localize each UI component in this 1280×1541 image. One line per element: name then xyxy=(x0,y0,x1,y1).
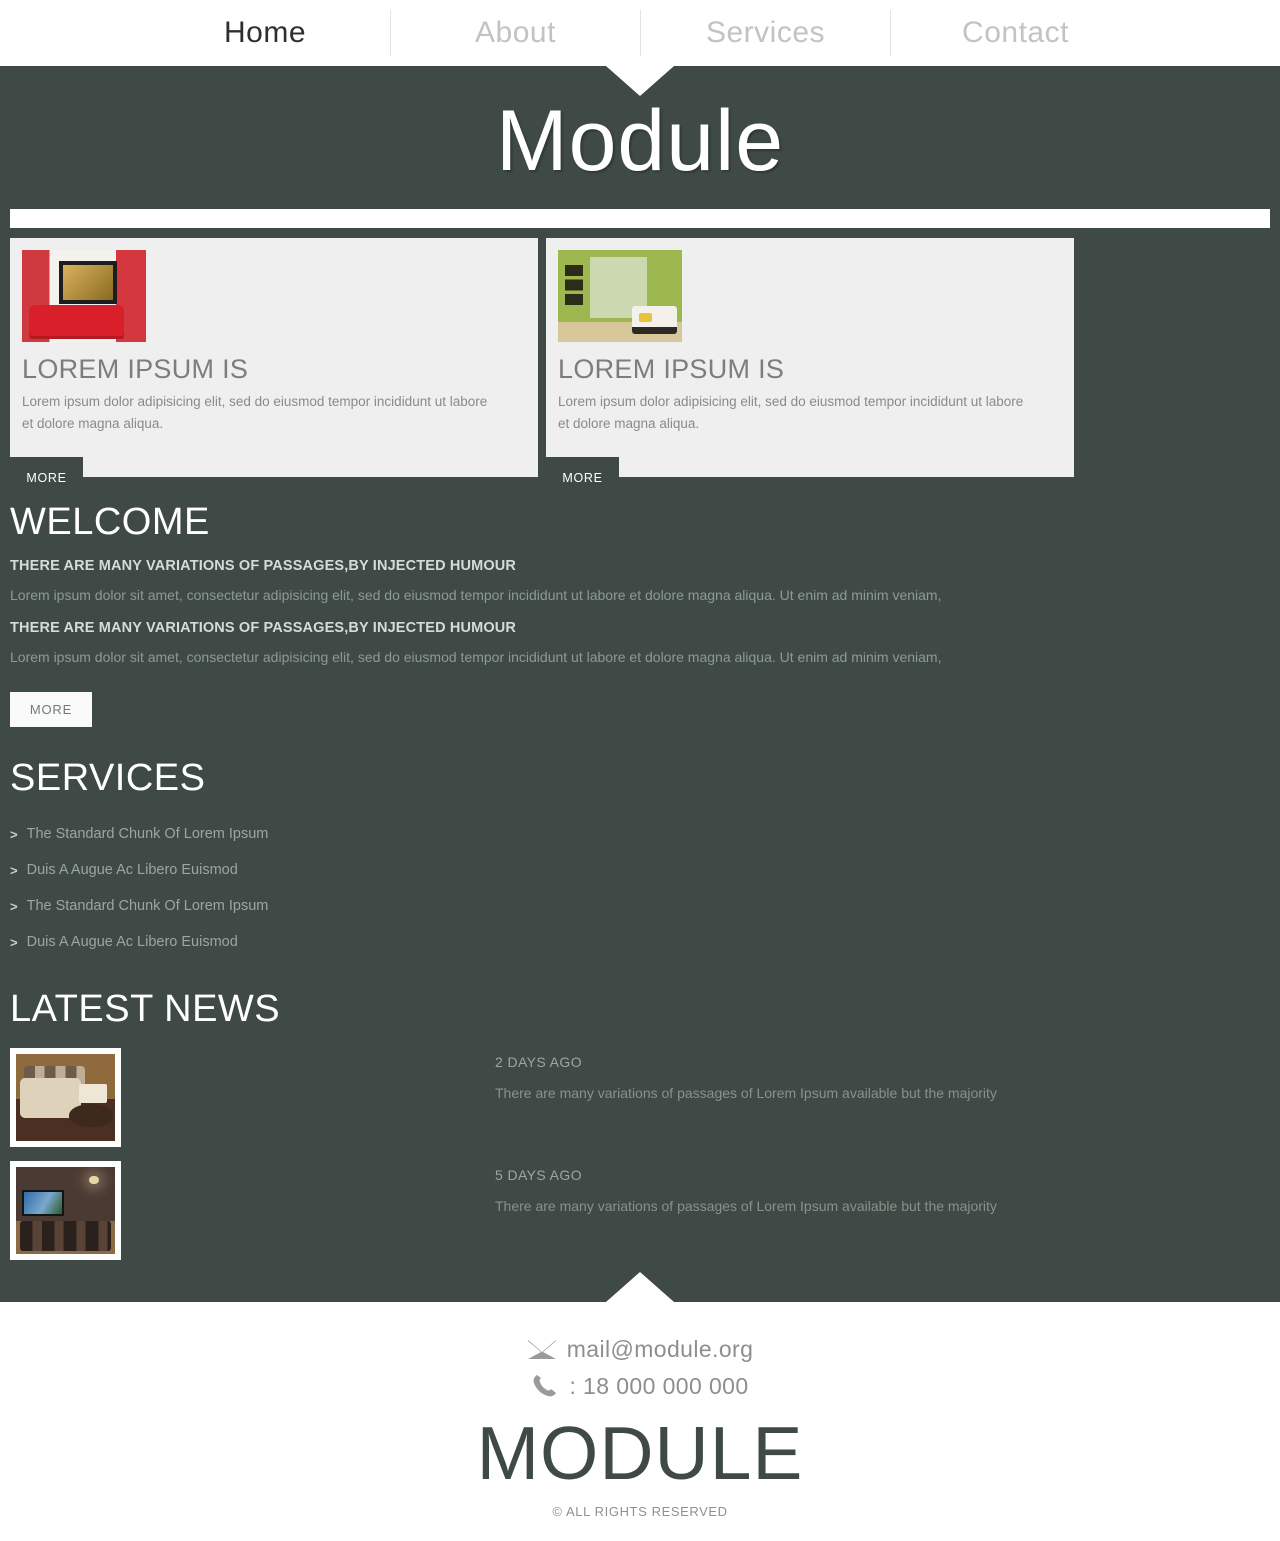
phone-icon xyxy=(531,1373,559,1399)
chevron-right-icon: > xyxy=(10,862,18,878)
promo-card-more-label: MORE xyxy=(26,470,67,485)
news-list: 2 DAYS AGO There are many variations of … xyxy=(10,1047,1270,1274)
nav-list: Home About Services Contact xyxy=(140,10,1140,56)
footer-email-row[interactable]: mail@module.org xyxy=(0,1336,1280,1363)
chevron-right-icon: > xyxy=(10,898,18,914)
nav-item-home[interactable]: Home xyxy=(140,10,390,56)
nav-item-services[interactable]: Services xyxy=(640,10,890,56)
green-living-room-thumbnail xyxy=(558,250,682,342)
nav-label-home: Home xyxy=(223,16,307,49)
welcome-more-button[interactable]: MORE xyxy=(10,691,92,727)
chevron-right-icon: > xyxy=(10,934,18,950)
welcome-subheading: THERE ARE MANY VARIATIONS OF PASSAGES,BY… xyxy=(10,558,517,575)
footer-email-text: mail@module.org xyxy=(566,1335,754,1362)
home-theater-thumbnail xyxy=(16,1166,115,1254)
promo-cards: LOREM IPSUM IS Lorem ipsum dolor adipisi… xyxy=(0,238,1280,499)
welcome-title: WELCOME xyxy=(10,500,210,543)
news-date: 2 DAYS AGO xyxy=(495,1053,582,1070)
news-date: 5 DAYS AGO xyxy=(495,1166,582,1183)
service-item-label: The Standard Chunk Of Lorem Ipsum xyxy=(26,826,269,843)
promo-card-text: Lorem ipsum dolor adipisicing elit, sed … xyxy=(22,394,488,431)
welcome-paragraph: Lorem ipsum dolor sit amet, consectetur … xyxy=(10,587,942,604)
services-section: SERVICES > The Standard Chunk Of Lorem I… xyxy=(0,757,1280,961)
nav-label-services: Services xyxy=(705,16,826,49)
site-title: Module xyxy=(495,93,785,189)
services-title: SERVICES xyxy=(10,756,206,799)
footer-notch-triangle-icon xyxy=(606,1271,674,1302)
white-strip-wrapper xyxy=(0,202,1280,238)
service-item-label: Duis A Augue Ac Libero Euismod xyxy=(26,934,238,951)
page-root: Home About Services Contact Module LOREM… xyxy=(0,0,1280,1541)
services-list: > The Standard Chunk Of Lorem Ipsum > Du… xyxy=(10,816,1270,960)
latest-news-section: LATEST NEWS 2 DAYS AGO There are many va… xyxy=(0,988,1280,1302)
welcome-section: WELCOME THERE ARE MANY VARIATIONS OF PAS… xyxy=(0,501,1280,727)
promo-card-more-label: MORE xyxy=(562,470,603,485)
promo-card-title: LOREM IPSUM IS xyxy=(22,354,249,384)
decorative-white-bar xyxy=(10,209,1270,228)
main-content: LOREM IPSUM IS Lorem ipsum dolor adipisi… xyxy=(0,238,1280,1302)
service-list-item[interactable]: > Duis A Augue Ac Libero Euismod xyxy=(10,852,1270,888)
service-list-item[interactable]: > Duis A Augue Ac Libero Euismod xyxy=(10,924,1270,960)
service-list-item[interactable]: > The Standard Chunk Of Lorem Ipsum xyxy=(10,816,1270,852)
news-text: There are many variations of passages of… xyxy=(495,1197,997,1214)
site-header-banner: Module xyxy=(0,66,1280,202)
footer-brand: MODULE xyxy=(476,1410,804,1495)
welcome-more-label: MORE xyxy=(29,701,73,717)
service-list-item[interactable]: > The Standard Chunk Of Lorem Ipsum xyxy=(10,888,1270,924)
site-footer: mail@module.org : 18 000 000 000 MODULE … xyxy=(0,1271,1280,1541)
footer-phone-row[interactable]: : 18 000 000 000 xyxy=(0,1373,1280,1400)
news-body: 2 DAYS AGO There are many variations of … xyxy=(495,1048,997,1104)
red-living-room-thumbnail xyxy=(22,250,146,342)
news-text: There are many variations of passages of… xyxy=(495,1084,997,1101)
nav-item-contact[interactable]: Contact xyxy=(890,10,1140,56)
news-item: 5 DAYS AGO There are many variations of … xyxy=(10,1160,1270,1274)
promo-card-title: LOREM IPSUM IS xyxy=(558,354,785,384)
latest-news-title: LATEST NEWS xyxy=(10,988,281,1031)
promo-card: LOREM IPSUM IS Lorem ipsum dolor adipisi… xyxy=(546,238,1074,499)
living-room-sofa-thumbnail xyxy=(16,1053,115,1141)
promo-card-more-button[interactable]: MORE xyxy=(10,456,83,499)
header-notch-triangle-icon xyxy=(606,66,674,96)
envelope-icon xyxy=(527,1339,557,1360)
news-item: 2 DAYS AGO There are many variations of … xyxy=(10,1047,1270,1161)
promo-card-text: Lorem ipsum dolor adipisicing elit, sed … xyxy=(558,394,1024,431)
nav-label-contact: Contact xyxy=(962,16,1069,49)
nav-item-about[interactable]: About xyxy=(390,10,640,56)
news-thumbnail-frame[interactable] xyxy=(10,1047,121,1147)
service-item-label: The Standard Chunk Of Lorem Ipsum xyxy=(26,898,269,915)
nav-label-about: About xyxy=(475,16,556,49)
welcome-paragraph: Lorem ipsum dolor sit amet, consectetur … xyxy=(10,649,942,665)
footer-phone-text: : 18 000 000 000 xyxy=(569,1372,749,1399)
copyright-text: © ALL RIGHTS RESERVED xyxy=(552,1504,728,1520)
main-navigation: Home About Services Contact xyxy=(0,0,1280,66)
news-body: 5 DAYS AGO There are many variations of … xyxy=(495,1161,997,1217)
news-thumbnail-frame[interactable] xyxy=(10,1160,121,1260)
promo-card-more-button[interactable]: MORE xyxy=(546,456,619,499)
chevron-right-icon: > xyxy=(10,826,18,842)
promo-card: LOREM IPSUM IS Lorem ipsum dolor adipisi… xyxy=(10,238,538,499)
service-item-label: Duis A Augue Ac Libero Euismod xyxy=(26,862,238,879)
welcome-subheading: THERE ARE MANY VARIATIONS OF PASSAGES,BY… xyxy=(10,620,517,636)
